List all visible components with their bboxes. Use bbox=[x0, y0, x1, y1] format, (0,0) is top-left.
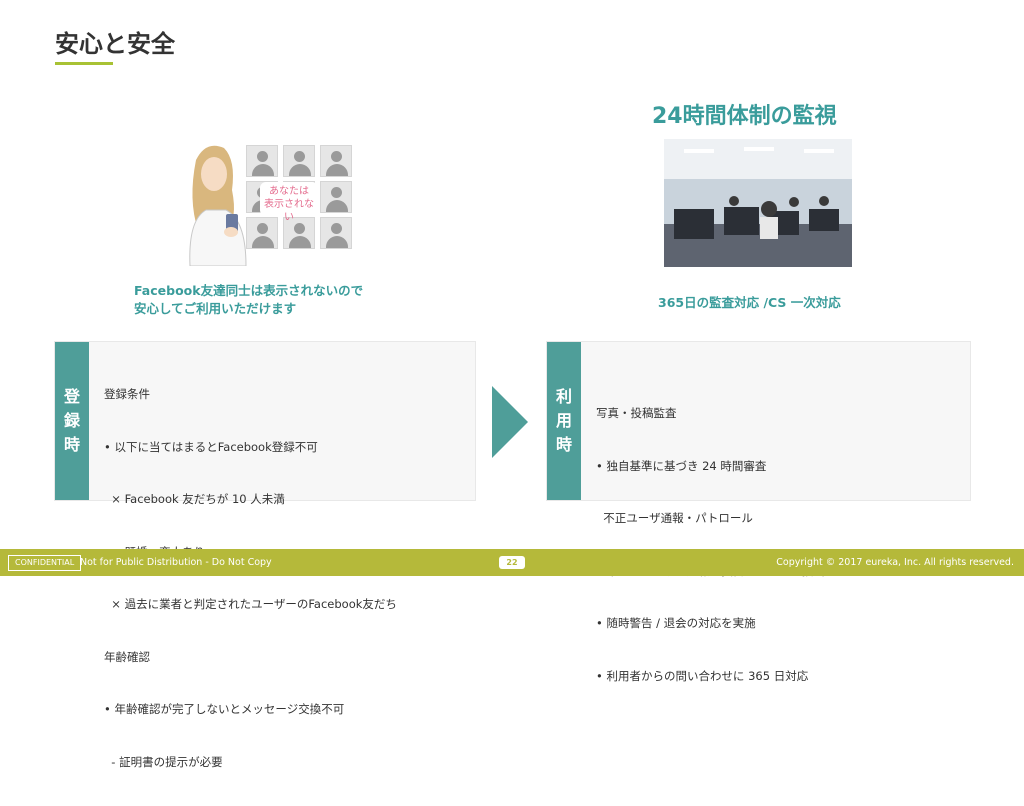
avatar-placeholder-icon bbox=[320, 181, 352, 213]
left-caption: Facebook友達同士は表示されないので 安心してご利用いただけます bbox=[134, 282, 394, 318]
avatar-placeholder-icon bbox=[320, 145, 352, 177]
footer-bar: CONFIDENTIAL Not for Public Distribution… bbox=[0, 549, 1024, 576]
office-monitoring-photo bbox=[664, 139, 852, 267]
condition-line: 登録条件 bbox=[104, 387, 150, 401]
tab-char: 時 bbox=[63, 435, 80, 454]
page-number: 22 bbox=[499, 556, 525, 569]
usage-monitoring-box: 利 用 時 写真・投稿監査 • 独自基準に基づき 24 時間審査 不正ユーザ通報… bbox=[546, 341, 971, 683]
monitoring-line: 不正ユーザ通報・パトロール bbox=[596, 511, 753, 525]
hidden-notice-bubble: あなたは 表示されない bbox=[260, 182, 318, 223]
condition-line: • 年齢確認が完了しないとメッセージ交換不可 bbox=[104, 702, 345, 716]
right-caption: 365日の監査対応 /CS 一次対応 bbox=[658, 295, 841, 310]
page-title: 安心と安全 bbox=[55, 30, 175, 58]
usage-tab-label: 利 用 時 bbox=[547, 342, 581, 500]
monitoring-line: • 利用者からの問い合わせに 365 日対応 bbox=[596, 668, 809, 683]
avatar-placeholder-icon bbox=[246, 145, 278, 177]
tab-char: 時 bbox=[555, 435, 572, 454]
condition-line: × Facebook 友だちが 10 人未満 bbox=[104, 492, 285, 506]
registration-conditions-box: 登 録 時 登録条件 • 以下に当てはまるとFacebook登録不可 × Fac… bbox=[54, 341, 476, 769]
condition-line: • 以下に当てはまるとFacebook登録不可 bbox=[104, 439, 318, 454]
registration-tab-label: 登 録 時 bbox=[55, 342, 89, 500]
avatar-placeholder-icon bbox=[320, 217, 352, 249]
left-caption-line: Facebook友達同士は表示されないので bbox=[134, 283, 364, 298]
monitoring-line: 写真・投稿監査 bbox=[596, 406, 677, 420]
bubble-line: 表示されない bbox=[264, 199, 314, 223]
monitoring-line: • 随時警告 / 退会の対応を実施 bbox=[596, 616, 756, 630]
condition-line: - 証明書の提示が必要 bbox=[104, 754, 223, 769]
condition-line: 年齢確認 bbox=[104, 649, 150, 664]
tab-char: 登 bbox=[63, 387, 80, 406]
condition-line: × 過去に業者と判定されたユーザーのFacebook友だち bbox=[104, 597, 397, 611]
arrow-right-icon bbox=[492, 386, 528, 458]
distribution-note: Not for Public Distribution - Do Not Cop… bbox=[80, 557, 272, 568]
facebook-friends-hidden-illustration: あなたは 表示されない bbox=[176, 140, 354, 266]
monitoring-heading: 24時間体制の監視 bbox=[652, 104, 837, 129]
tab-char: 録 bbox=[63, 411, 80, 430]
usage-monitoring-list: 写真・投稿監査 • 独自基準に基づき 24 時間審査 不正ユーザ通報・パトロール… bbox=[596, 370, 825, 720]
title-underline bbox=[55, 62, 113, 65]
bubble-line: あなたは bbox=[269, 186, 309, 197]
avatar-placeholder-icon bbox=[283, 145, 315, 177]
left-caption-line: 安心してご利用いただけます bbox=[134, 301, 297, 316]
tab-char: 用 bbox=[555, 411, 572, 430]
woman-with-phone-illustration bbox=[189, 145, 247, 266]
copyright-text: Copyright © 2017 eureka, Inc. All rights… bbox=[776, 557, 1014, 568]
confidential-badge: CONFIDENTIAL bbox=[8, 555, 82, 571]
registration-conditions-list: 登録条件 • 以下に当てはまるとFacebook登録不可 × Facebook … bbox=[104, 351, 397, 806]
tab-char: 利 bbox=[555, 387, 572, 406]
monitoring-line: • 独自基準に基づき 24 時間審査 bbox=[596, 458, 767, 473]
